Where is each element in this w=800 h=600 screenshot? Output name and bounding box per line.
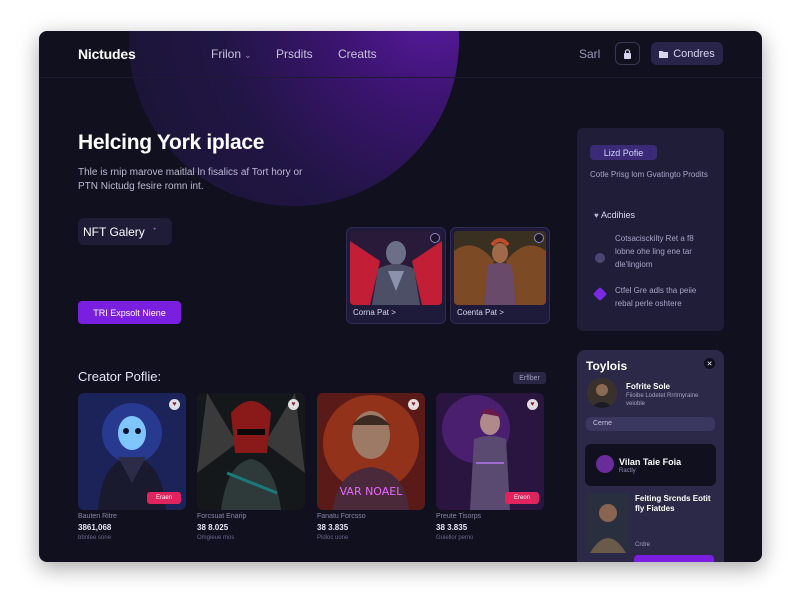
activity-item[interactable]: Ctfel Gre adls tha peiie rebal perle osh…: [615, 284, 715, 310]
sparkle-icon: ᐩ: [152, 226, 157, 237]
creator-art-text: VAR NOAEL: [340, 485, 404, 498]
creator-name: Bauten Ritre: [78, 513, 117, 520]
creator-small: Omgieue mos: [197, 535, 235, 541]
hero-subtitle: Thle is rnip marove maitlal ln fisalics …: [78, 167, 303, 192]
creator-art-red-ninja: [197, 393, 305, 510]
featured-caption-text: Coenta Pat: [457, 308, 498, 317]
search-link[interactable]: Sarl: [579, 47, 600, 61]
creator-card[interactable]: ♥ Eraen: [78, 393, 186, 510]
activities-heading-text: Acdihies: [600, 210, 636, 220]
highlight-avatar: [596, 455, 614, 473]
creator-name: Preute Tisorps: [436, 513, 482, 520]
chevron-right-icon: >: [499, 308, 504, 317]
featured-card[interactable]: Corna Pat >: [346, 227, 446, 324]
close-icon[interactable]: ✕: [704, 358, 715, 369]
profile-pill[interactable]: Lizd Pofie: [590, 145, 657, 160]
heart-icon[interactable]: ♥: [169, 399, 180, 410]
highlight-card[interactable]: Vilan Taie Foia Ractly: [585, 444, 716, 486]
condres-button[interactable]: Condres: [651, 42, 723, 65]
side-card: Toylois ✕ Fofrite Sole Fiioibe Lodetet R…: [577, 350, 724, 562]
creator-card[interactable]: ♥: [197, 393, 305, 510]
filter-tag[interactable]: Erflber: [513, 372, 546, 384]
promo-text: Feiting Srcnds Eotit fly Fiatdes: [635, 494, 711, 513]
creator-meta: Forcsuat Enarip 38 8.025 Omgieue mos: [197, 513, 305, 541]
highlight-title: Vilan Taie Foia: [619, 457, 682, 467]
brand-logo[interactable]: Nictudes: [78, 46, 136, 62]
nft-gallery-pill[interactable]: NFT Galery ᐩ: [78, 218, 172, 245]
activity-item[interactable]: Cotsacisckilty Ret a f8 lobne ohe ling e…: [615, 232, 715, 271]
creator-small: Guiellor pemo: [436, 535, 474, 541]
nav-link-label: Frilon: [211, 47, 242, 61]
creator-card[interactable]: VAR NOAEL ♥: [317, 393, 425, 510]
nav-link-frilon[interactable]: Frilon ⌄: [211, 47, 252, 61]
creator-small: Pldloc uone: [317, 535, 349, 541]
creator-card[interactable]: ♥ Ereon: [436, 393, 544, 510]
hero-cta-button[interactable]: TRI Expsolt Niene: [78, 301, 181, 324]
user-icon: [595, 253, 605, 263]
creator-name: Fanatu Forcsso: [317, 513, 366, 520]
tag-icon: [592, 286, 608, 302]
chevron-right-icon: >: [391, 308, 396, 317]
nft-gallery-label: NFT Galery: [83, 224, 145, 239]
featured-card[interactable]: Coenta Pat >: [450, 227, 550, 324]
featured-caption-text: Corna Pat: [353, 308, 390, 317]
featured-caption: Corna Pat >: [353, 308, 396, 317]
creator-name: Forcsuat Enarip: [197, 513, 247, 520]
profile-description: Cotle Prisg lom Gvatingto Prodits: [590, 170, 708, 179]
top-navbar: Nictudes Frilon ⌄ Prsdits Creatts Sarl Co…: [39, 31, 762, 78]
promo-button[interactable]: [634, 555, 714, 562]
heart-small-icon: ♥: [594, 211, 601, 220]
nav-link-creatts[interactable]: Creatts: [338, 47, 377, 61]
lock-button[interactable]: [615, 42, 640, 65]
side-profile-meta: Fiioibe Lodetet Rrrlrnyraine veioble: [626, 393, 699, 407]
promo-sub: Crdre: [635, 542, 651, 548]
creator-profile-title: Creator Poflie:: [78, 369, 162, 384]
side-input-field[interactable]: Cerne: [586, 417, 715, 431]
chevron-down-icon: ⌄: [244, 50, 252, 60]
creator-art-portrait: VAR NOAEL: [317, 393, 425, 510]
hero-title: Helcing York iplace: [78, 131, 265, 154]
creator-small: bbntee sone: [78, 535, 112, 541]
creator-meta: Bauten Ritre 3861,068 bbntee sone: [78, 513, 186, 541]
heart-icon[interactable]: ♥: [408, 399, 419, 410]
nav-link-prsdits[interactable]: Prsdits: [276, 47, 313, 61]
featured-art-winged-figure: [454, 231, 546, 305]
creator-tag[interactable]: Ereon: [505, 492, 539, 504]
folder-icon: [659, 50, 669, 58]
featured-badge-icon: [430, 233, 440, 243]
profile-side-panel: Lizd Pofie Cotle Prisg lom Gvatingto Pro…: [577, 128, 724, 331]
creator-price: 3861,068: [78, 523, 112, 532]
creator-price: 38 8.025: [197, 523, 229, 532]
activities-heading: ♥ Acdihies: [594, 210, 635, 220]
creator-price: 38 3.835: [317, 523, 349, 532]
creator-price: 38 3.835: [436, 523, 468, 532]
highlight-meta: Ractly: [619, 468, 636, 474]
creator-meta: Preute Tisorps 38 3.835 Guiellor pemo: [436, 513, 544, 541]
side-card-title: Toylois: [586, 359, 628, 373]
lock-icon: [624, 48, 631, 59]
creator-tag[interactable]: Eraen: [147, 492, 181, 504]
app-window: Nictudes Frilon ⌄ Prsdits Creatts Sarl Co…: [39, 31, 762, 562]
condres-button-label: Condres: [673, 47, 715, 60]
heart-icon[interactable]: ♥: [527, 399, 538, 410]
featured-art-winged-warrior: [350, 231, 442, 305]
promo-image: [586, 493, 630, 553]
creator-meta: Fanatu Forcsso 38 3.835 Pldloc uone: [317, 513, 425, 541]
heart-icon[interactable]: ♥: [288, 399, 299, 410]
featured-badge-icon: [534, 233, 544, 243]
side-profile-name: Fofrite Sole: [626, 382, 671, 391]
avatar[interactable]: [587, 378, 617, 408]
featured-caption: Coenta Pat >: [457, 308, 504, 317]
